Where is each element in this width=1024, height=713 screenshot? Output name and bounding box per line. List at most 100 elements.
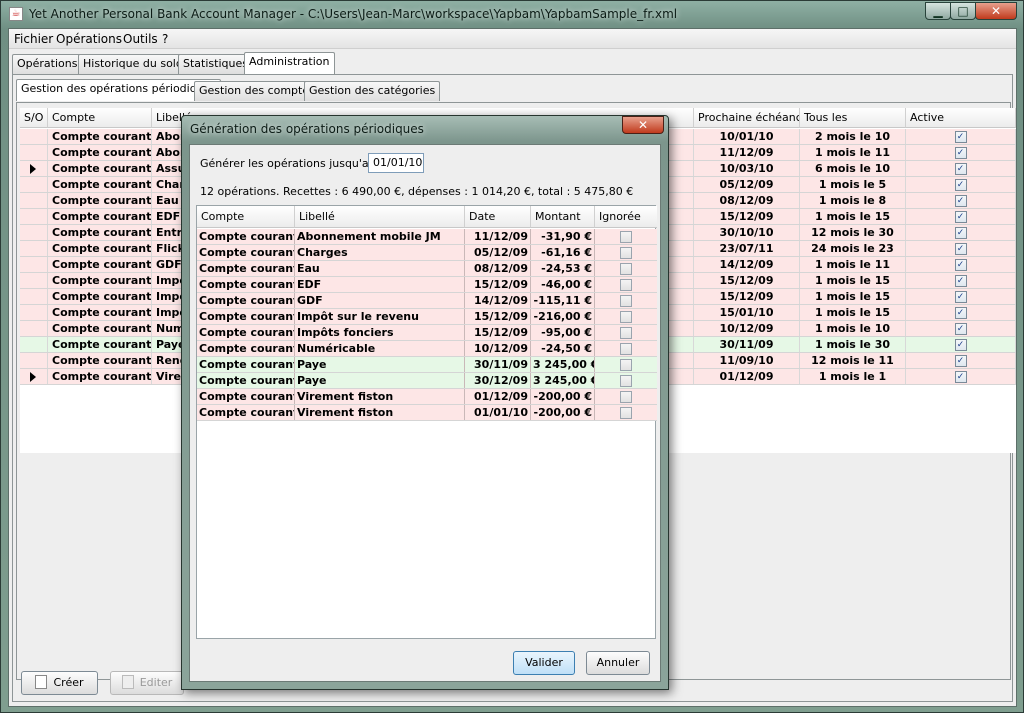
ignored-checkbox[interactable] xyxy=(620,327,632,339)
table-row[interactable]: Compte courant Impôt sur le revenu 15/12/0… xyxy=(197,309,657,325)
ignored-checkbox[interactable] xyxy=(620,279,632,291)
menu-help[interactable]: ? xyxy=(162,32,168,46)
ignored-checkbox[interactable] xyxy=(620,391,632,403)
menu-fichier[interactable]: Fichier xyxy=(14,32,53,46)
title-bar[interactable]: ☕ Yet Another Personal Bank Account Mana… xyxy=(1,1,1023,27)
dlg-col-header-libelle[interactable]: Libellé xyxy=(295,206,465,228)
active-checkbox[interactable]: ✓ xyxy=(954,307,967,319)
dialog-close-button[interactable]: ✕ xyxy=(622,116,664,134)
table-row[interactable]: Compte courant Virement fiston 01/01/10 -20… xyxy=(197,405,657,421)
table-row[interactable]: Compte courant Numéricable 10/12/09 -24,50 … xyxy=(197,341,657,357)
generate-until-date-input[interactable]: 01/01/10 xyxy=(368,153,424,173)
every-cell: 1 mois le 11 xyxy=(800,257,906,272)
active-checkbox[interactable]: ✓ xyxy=(954,339,967,351)
tab-operations[interactable]: Opérations xyxy=(12,54,83,74)
active-checkbox[interactable]: ✓ xyxy=(954,163,967,175)
account-cell: Compte courant xyxy=(199,405,295,420)
active-checkbox[interactable]: ✓ xyxy=(954,131,967,143)
ignored-checkbox[interactable] xyxy=(620,295,632,307)
account-cell: Compte courant xyxy=(48,337,152,352)
every-cell: 24 mois le 23 xyxy=(800,241,906,256)
table-row[interactable]: Compte courant Virement fiston 01/12/09 -20… xyxy=(197,389,657,405)
expand-arrow-icon[interactable] xyxy=(30,372,36,382)
col-header-every[interactable]: Tous les xyxy=(800,108,906,128)
ignored-checkbox[interactable] xyxy=(620,247,632,259)
ignored-checkbox[interactable] xyxy=(620,407,632,419)
active-checkbox[interactable]: ✓ xyxy=(954,195,967,207)
amount-cell: 3 245,00 € xyxy=(533,373,595,388)
account-cell: Compte courant xyxy=(199,293,295,308)
ignored-checkbox[interactable] xyxy=(620,343,632,355)
table-row[interactable]: Compte courant Paye 30/12/09 3 245,00 € xyxy=(197,373,657,389)
so-cell xyxy=(20,129,48,144)
ignored-cell xyxy=(595,357,657,372)
active-checkbox[interactable]: ✓ xyxy=(954,355,967,367)
col-header-so[interactable]: S/O xyxy=(20,108,48,128)
table-row[interactable]: Compte courant Charges 05/12/09 -61,16 € xyxy=(197,245,657,261)
so-cell xyxy=(20,321,48,336)
every-cell: 1 mois le 15 xyxy=(800,289,906,304)
active-checkbox[interactable]: ✓ xyxy=(954,291,967,303)
active-checkbox[interactable]: ✓ xyxy=(954,323,967,335)
minimize-button[interactable]: ▁ xyxy=(925,2,951,20)
active-checkbox[interactable]: ✓ xyxy=(954,179,967,191)
active-checkbox[interactable]: ✓ xyxy=(954,243,967,255)
expand-arrow-icon[interactable] xyxy=(30,164,36,174)
col-header-next-due[interactable]: Prochaine échéance xyxy=(694,108,800,128)
next-due-cell: 15/01/10 xyxy=(694,305,800,320)
validate-button[interactable]: Valider xyxy=(513,651,575,675)
dialog-title: Génération des opérations périodiques xyxy=(190,122,424,136)
ignored-checkbox[interactable] xyxy=(620,375,632,387)
table-row[interactable]: Compte courant Paye 30/11/09 3 245,00 € xyxy=(197,357,657,373)
active-checkbox[interactable]: ✓ xyxy=(954,259,967,271)
menu-outils[interactable]: Outils xyxy=(123,32,158,46)
label-cell: Abonnement mobile JM xyxy=(295,229,465,244)
amount-cell: -95,00 € xyxy=(531,325,595,340)
tab-administration[interactable]: Administration xyxy=(244,52,335,74)
label-cell: Virement fiston xyxy=(295,405,465,420)
active-checkbox[interactable]: ✓ xyxy=(954,371,967,383)
table-row[interactable]: Compte courant Eau 08/12/09 -24,53 € xyxy=(197,261,657,277)
ignored-checkbox[interactable] xyxy=(620,311,632,323)
close-button[interactable]: ✕ xyxy=(975,2,1017,20)
next-due-cell: 05/12/09 xyxy=(694,177,800,192)
ignored-cell xyxy=(595,405,657,420)
next-due-cell: 23/07/11 xyxy=(694,241,800,256)
subtab-accounts[interactable]: Gestion des comptes xyxy=(194,81,320,101)
subtab-categories[interactable]: Gestion des catégories xyxy=(304,81,441,101)
active-checkbox[interactable]: ✓ xyxy=(954,227,967,239)
subtab-periodic-ops[interactable]: Gestion des opérations périodiques xyxy=(16,79,222,101)
col-header-compte[interactable]: Compte xyxy=(48,108,152,128)
edit-button[interactable]: Editer xyxy=(110,671,184,695)
ignored-checkbox[interactable] xyxy=(620,359,632,371)
account-cell: Compte courant xyxy=(199,277,295,292)
ignored-checkbox[interactable] xyxy=(620,263,632,275)
tab-statistiques[interactable]: Statistiques xyxy=(178,54,253,74)
table-row[interactable]: Compte courant Abonnement mobile JM 11/12/… xyxy=(197,229,657,245)
so-cell xyxy=(20,337,48,352)
table-row[interactable]: Compte courant EDF 15/12/09 -46,00 € xyxy=(197,277,657,293)
ignored-checkbox[interactable] xyxy=(620,231,632,243)
table-row[interactable]: Compte courant GDF 14/12/09 -115,11 € xyxy=(197,293,657,309)
active-checkbox[interactable]: ✓ xyxy=(954,211,967,223)
dlg-col-header-montant[interactable]: Montant xyxy=(531,206,595,228)
dlg-col-header-ignoree[interactable]: Ignorée xyxy=(595,206,657,228)
label-cell: Paye xyxy=(295,373,465,388)
table-row[interactable]: Compte courant Impôts fonciers 15/12/09 -95… xyxy=(197,325,657,341)
dlg-col-header-compte[interactable]: Compte xyxy=(197,206,295,228)
next-due-cell: 10/01/10 xyxy=(694,129,800,144)
create-button[interactable]: Créer xyxy=(21,671,98,695)
active-checkbox[interactable]: ✓ xyxy=(954,147,967,159)
active-checkbox[interactable]: ✓ xyxy=(954,275,967,287)
label-cell: Numéricable xyxy=(295,341,465,356)
col-header-active[interactable]: Active xyxy=(906,108,1016,128)
label-cell: Eau xyxy=(295,261,465,276)
dlg-col-header-date[interactable]: Date xyxy=(465,206,531,228)
menu-operations[interactable]: Opérations xyxy=(56,32,122,46)
cancel-button[interactable]: Annuler xyxy=(586,651,650,675)
maximize-button[interactable]: □ xyxy=(950,2,976,20)
every-cell: 12 mois le 30 xyxy=(800,225,906,240)
active-cell: ✓ xyxy=(906,209,1016,224)
dialog-body: Générer les opérations jusqu'au : 01/01/… xyxy=(189,144,661,682)
generated-ops-table[interactable]: Compte Libellé Date Montant Ignorée Comp… xyxy=(196,205,657,639)
